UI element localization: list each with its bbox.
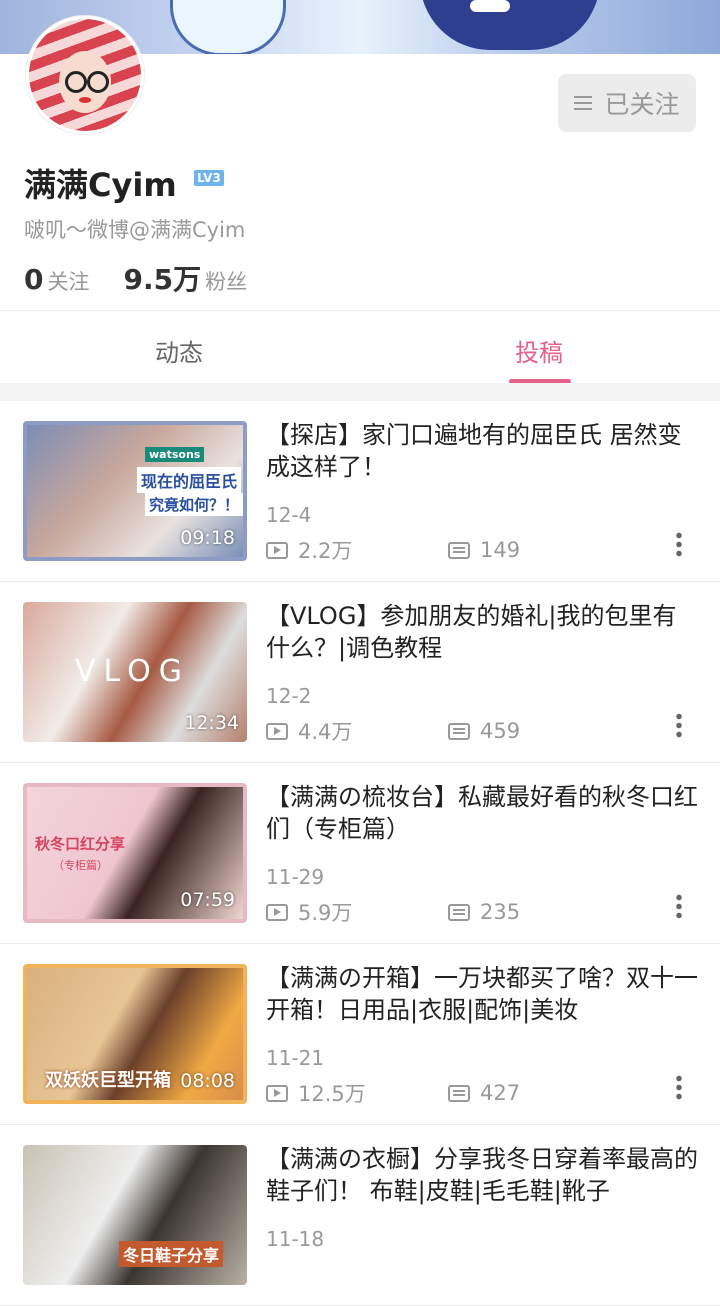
video-title[interactable]: 【满满の开箱】一万块都买了啥？双十一开箱！日用品|衣服|配饰|美妆 [266,962,698,1026]
danmaku-count: 459 [480,719,521,743]
username: 满满Cyim [24,166,177,204]
video-date: 11-21 [266,1046,325,1070]
following-count[interactable]: 0 [24,263,43,296]
banner-illustration [470,0,510,12]
view-count: 2.2万 [298,539,353,563]
play-count-icon [266,541,288,559]
video-thumbnail[interactable]: 双妖妖巨型开箱 08:08 [23,964,247,1104]
play-count-icon [266,1084,288,1102]
video-thumbnail[interactable]: 秋冬口红分享 （专柜篇） 07:59 [23,783,247,923]
danmaku-icon [448,541,470,559]
bio: 啵叽～微博@满满Cyim [24,218,246,242]
video-meta: 5.9万 235 [266,897,520,927]
video-item[interactable]: 冬日鞋子分享 【满满の衣橱】分享我冬日穿着率最高的鞋子们！ 布鞋|皮鞋|毛毛鞋|… [0,1125,720,1306]
video-thumbnail[interactable]: VLOG 12:34 [23,602,247,742]
level-badge: LV3 [194,170,224,186]
fans-label[interactable]: 粉丝 [205,266,247,296]
video-list: watsons 现在的屈臣氏 究竟如何？！ 09:18 【探店】家门口遍地有的屈… [0,401,720,1306]
danmaku-count: 235 [480,900,521,924]
video-title[interactable]: 【满满の衣橱】分享我冬日穿着率最高的鞋子们！ 布鞋|皮鞋|毛毛鞋|靴子 [266,1143,698,1207]
video-meta: 4.4万 459 [266,716,520,746]
banner-illustration [420,0,600,50]
menu-icon [574,96,593,110]
avatar[interactable] [26,16,144,134]
more-options-icon[interactable] [676,1074,682,1100]
danmaku-icon [448,722,470,740]
danmaku-count: 427 [480,1081,521,1105]
more-options-icon[interactable] [676,893,682,919]
video-duration: 09:18 [180,527,235,549]
video-date: 12-2 [266,684,312,708]
followed-button-label: 已关注 [604,90,680,119]
video-item[interactable]: 秋冬口红分享 （专柜篇） 07:59 【满满の梳妆台】私藏最好看的秋冬口红们（专… [0,763,720,944]
section-divider [0,383,720,401]
danmaku-icon [448,903,470,921]
video-thumbnail[interactable]: 冬日鞋子分享 [23,1145,247,1285]
video-duration: 07:59 [180,889,235,911]
play-count-icon [266,903,288,921]
view-count: 4.4万 [298,720,353,744]
video-title[interactable]: 【探店】家门口遍地有的屈臣氏 居然变成这样了！ [266,419,698,483]
video-item[interactable]: 双妖妖巨型开箱 08:08 【满满の开箱】一万块都买了啥？双十一开箱！日用品|衣… [0,944,720,1125]
video-date: 11-29 [266,865,325,889]
video-item[interactable]: VLOG 12:34 【VLOG】参加朋友的婚礼|我的包里有什么？|调色教程 1… [0,582,720,763]
video-duration: 08:08 [180,1070,235,1092]
more-options-icon[interactable] [676,531,682,557]
followed-button[interactable]: 已关注 [558,74,696,132]
play-count-icon [266,722,288,740]
tab-submissions[interactable]: 投稿 [515,333,563,368]
danmaku-count: 149 [480,538,521,562]
following-label[interactable]: 关注 [47,266,89,296]
view-count: 5.9万 [298,901,353,925]
tab-bar: 动态 投稿 [0,310,720,384]
view-count: 12.5万 [298,1082,366,1106]
banner-illustration [170,0,286,54]
fans-count[interactable]: 9.5万 [123,258,201,298]
video-date: 12-4 [266,503,312,527]
more-options-icon[interactable] [676,712,682,738]
tab-dynamics[interactable]: 动态 [155,333,203,368]
video-item[interactable]: watsons 现在的屈臣氏 究竟如何？！ 09:18 【探店】家门口遍地有的屈… [0,401,720,582]
video-thumbnail[interactable]: watsons 现在的屈臣氏 究竟如何？！ 09:18 [23,421,247,561]
video-title[interactable]: 【满满の梳妆台】私藏最好看的秋冬口红们（专柜篇） [266,781,698,845]
profile-stats: 0 关注 9.5万 粉丝 [24,258,281,298]
video-meta: 12.5万 427 [266,1078,520,1108]
video-duration: 12:34 [184,712,239,734]
video-title[interactable]: 【VLOG】参加朋友的婚礼|我的包里有什么？|调色教程 [266,600,698,664]
video-date: 11-18 [266,1227,325,1251]
video-meta: 2.2万 149 [266,535,520,565]
danmaku-icon [448,1084,470,1102]
